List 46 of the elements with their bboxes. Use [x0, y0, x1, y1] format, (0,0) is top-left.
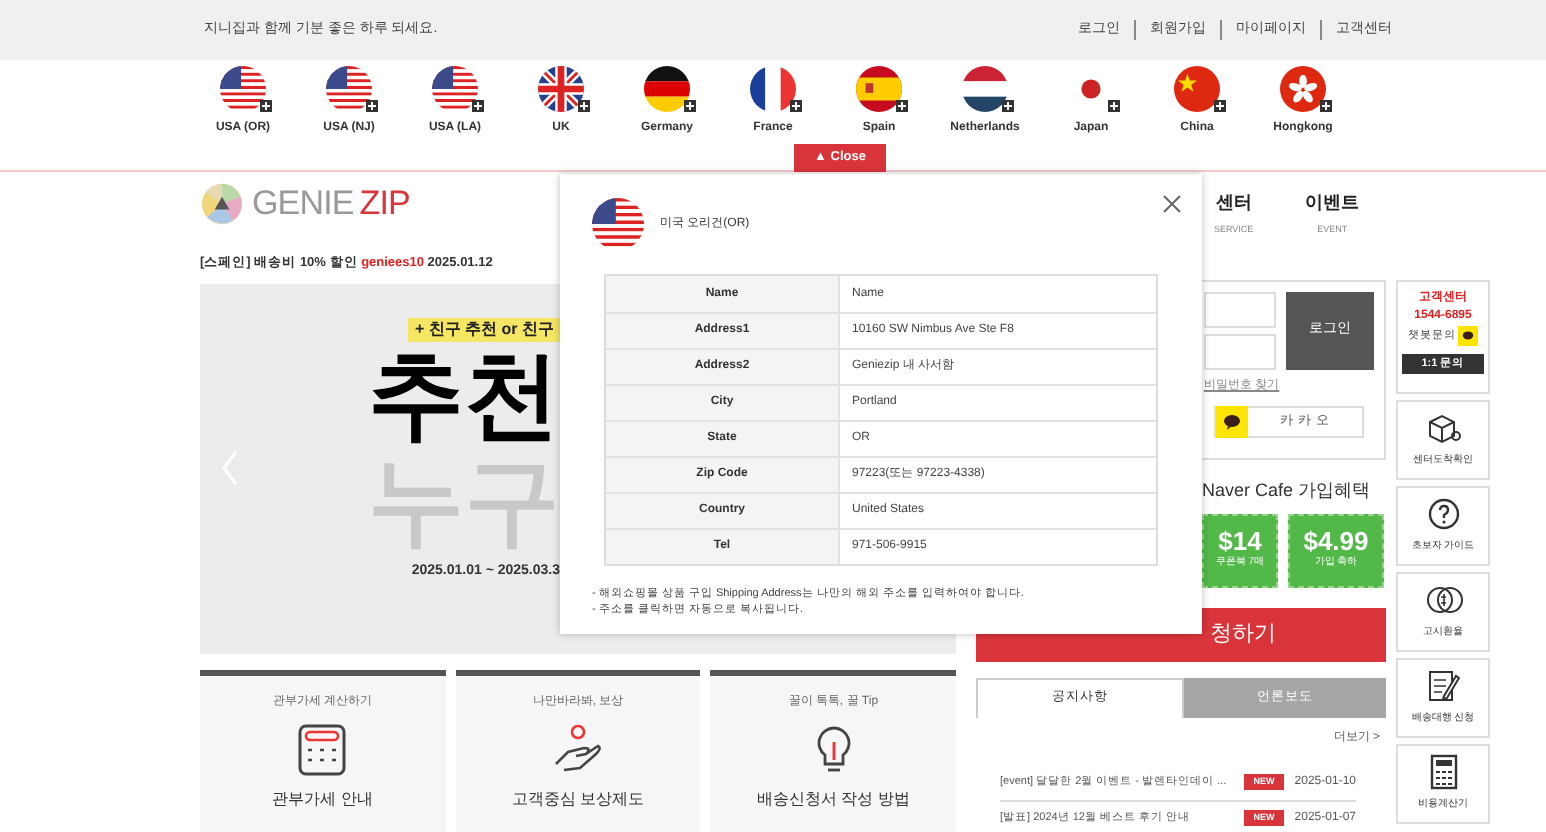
plus-icon	[1214, 100, 1226, 112]
pencil-note-icon	[1427, 668, 1459, 705]
flag-icon	[1280, 66, 1326, 112]
flag-icon	[644, 66, 690, 112]
logo-icon	[200, 182, 244, 226]
chat-bubble-icon	[1458, 326, 1478, 346]
plus-icon	[1002, 100, 1014, 112]
plus-icon	[366, 100, 378, 112]
light-bulb-icon	[813, 723, 854, 776]
card-title: 배송신청서 작성 방법	[756, 787, 910, 812]
hand-icon	[551, 723, 604, 776]
plus-icon	[578, 100, 590, 112]
logo-text: ZIP	[359, 182, 410, 227]
flag-icon	[220, 66, 266, 112]
flag-icon	[1174, 66, 1220, 112]
password-input-field[interactable]	[1204, 334, 1276, 370]
plus-icon	[684, 100, 696, 112]
calculator-icon	[298, 723, 347, 776]
plus-icon	[1320, 100, 1332, 112]
coupon-amount: $14	[1218, 528, 1262, 557]
calculator-icon	[1429, 754, 1457, 791]
flag-icon	[592, 198, 644, 250]
flag-icon	[326, 66, 372, 112]
question-mark-icon	[1427, 496, 1459, 533]
close-icon	[1162, 194, 1182, 214]
flag-icon	[750, 66, 796, 112]
flag-icon	[962, 66, 1008, 112]
flag-icon	[432, 66, 478, 112]
plus-icon	[1108, 100, 1120, 112]
plus-icon	[472, 100, 484, 112]
plus-icon	[790, 100, 802, 112]
logo-text: GENIE	[252, 182, 354, 227]
flag-icon	[538, 66, 584, 112]
card-title: 관부가세 안내	[272, 787, 373, 812]
flag-icon	[856, 66, 902, 112]
package-icon	[1425, 410, 1461, 447]
coupon-amount: $4.99	[1303, 528, 1369, 557]
chat-bubble-icon	[1216, 406, 1248, 438]
banner-tagline: + 친구 추천 or 친구	[408, 317, 560, 342]
coins-icon	[1423, 582, 1463, 619]
card-title: 고객중심 보상제도	[511, 787, 645, 812]
banner-headline: 추천	[368, 341, 560, 450]
id-input-field[interactable]	[1204, 292, 1276, 328]
naver-cafe-title: Naver Cafe 가입혜택	[1200, 478, 1373, 504]
plus-icon	[260, 100, 272, 112]
plus-icon	[896, 100, 908, 112]
